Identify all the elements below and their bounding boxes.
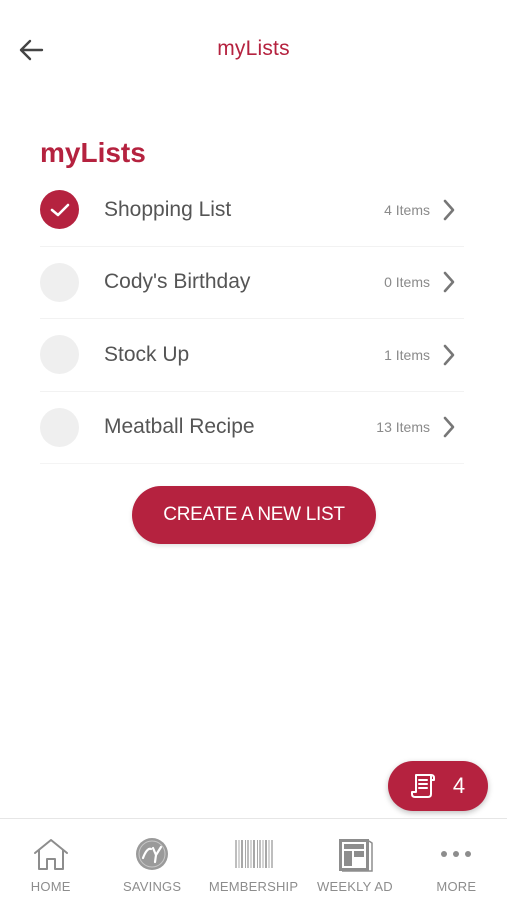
tab-weekly-ad[interactable]: WEEKLY AD xyxy=(304,819,405,900)
chevron-right-icon xyxy=(443,199,455,221)
chevron-right-icon xyxy=(443,416,455,438)
big-y-logo-icon xyxy=(132,835,172,873)
receipt-icon xyxy=(410,774,435,798)
selected-checkbox[interactable] xyxy=(40,190,79,230)
tab-label: MEMBERSHIP xyxy=(208,879,299,894)
list-count-fab[interactable]: 4 xyxy=(388,761,488,811)
lists-list: Shopping List 4 Items Cody's Birthday 0 … xyxy=(40,174,464,464)
create-new-list-button[interactable]: CREATE A NEW LIST xyxy=(132,486,376,544)
tab-label: WEEKLY AD xyxy=(317,879,393,894)
list-item-count: 4 Items xyxy=(384,201,430,218)
header: myLists xyxy=(0,0,507,100)
barcode-icon xyxy=(234,835,274,873)
chevron-right-icon xyxy=(443,271,455,293)
list-name: Shopping List xyxy=(104,197,232,221)
list-name: Cody's Birthday xyxy=(104,270,251,294)
tab-home[interactable]: HOME xyxy=(0,819,101,900)
list-item[interactable]: Cody's Birthday 0 Items xyxy=(40,247,464,319)
tab-label: HOME xyxy=(30,879,71,894)
header-title: myLists xyxy=(217,37,290,60)
list-item[interactable]: Shopping List 4 Items xyxy=(40,174,464,247)
list-name: Meatball Recipe xyxy=(104,415,255,439)
tab-label: MORE xyxy=(436,879,477,894)
unselected-checkbox[interactable] xyxy=(40,335,79,375)
more-dots-icon xyxy=(436,835,476,873)
list-item-count: 0 Items xyxy=(384,274,430,291)
section-title: myLists xyxy=(40,137,146,168)
tab-label: SAVINGS xyxy=(122,879,182,894)
bottom-tab-bar: HOME SAVINGS MEMBERSHIP WEEKLY AD MORE xyxy=(0,818,507,900)
home-icon xyxy=(31,835,71,873)
list-item[interactable]: Stock Up 1 Items xyxy=(40,319,464,392)
list-item-count: 13 Items xyxy=(376,419,430,436)
list-item-count: 1 Items xyxy=(384,346,430,363)
list-item[interactable]: Meatball Recipe 13 Items xyxy=(40,392,464,464)
fab-count: 4 xyxy=(452,773,466,798)
tab-membership[interactable]: MEMBERSHIP xyxy=(203,819,304,900)
chevron-right-icon xyxy=(443,344,455,366)
checkmark-icon xyxy=(50,203,69,217)
weekly-ad-icon xyxy=(335,835,375,873)
unselected-checkbox[interactable] xyxy=(40,407,79,447)
unselected-checkbox[interactable] xyxy=(40,262,79,302)
tab-more[interactable]: MORE xyxy=(406,819,507,900)
list-name: Stock Up xyxy=(104,342,190,366)
tab-savings[interactable]: SAVINGS xyxy=(101,819,202,900)
